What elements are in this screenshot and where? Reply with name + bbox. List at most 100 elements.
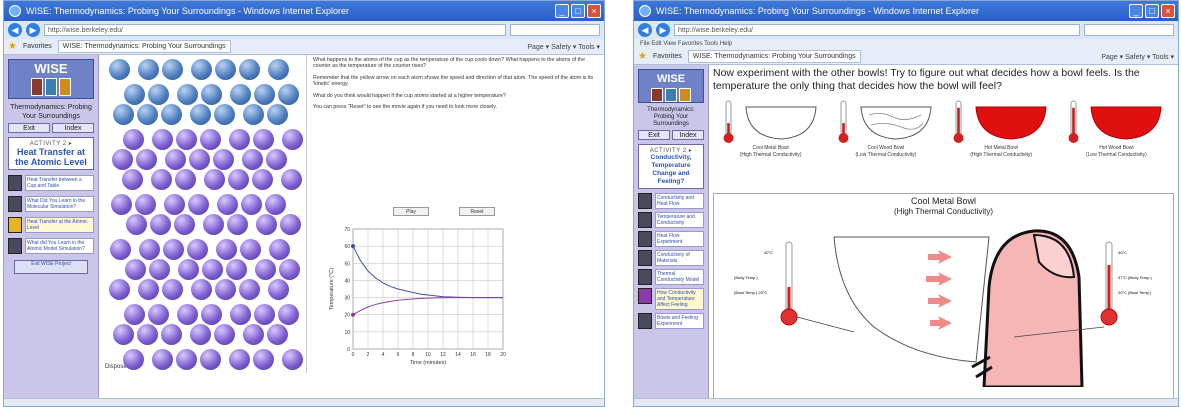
- step-label[interactable]: How Conductivity and Temperature Affect …: [655, 288, 704, 310]
- counter-atom: [150, 214, 171, 235]
- favorites-label[interactable]: Favorites: [23, 43, 52, 50]
- browser-tab[interactable]: WISE: Thermodynamics: Probing Your Surro…: [57, 40, 231, 53]
- favorites-star-icon[interactable]: ★: [638, 51, 647, 62]
- close-button[interactable]: ×: [587, 4, 601, 18]
- y-tick-label: 40: [344, 278, 350, 284]
- address-input[interactable]: http://wise.berkeley.edu/: [674, 24, 1080, 36]
- command-bar[interactable]: Page ▾ Safety ▾ Tools ▾: [1101, 53, 1174, 61]
- step-icon: [8, 175, 22, 191]
- favorites-label[interactable]: Favorites: [653, 53, 682, 60]
- back-icon[interactable]: ◀: [638, 23, 652, 37]
- wise-logo: WISE: [8, 59, 94, 99]
- maximize-button[interactable]: □: [571, 4, 585, 18]
- step-label[interactable]: Thermal Conductivity Model: [655, 269, 704, 285]
- step-icon: [638, 250, 652, 266]
- cup-atom: [162, 59, 183, 80]
- reset-button[interactable]: Reset: [459, 207, 495, 216]
- step-item[interactable]: What Did You Learn in the Molecular Simu…: [8, 196, 94, 212]
- step-label[interactable]: Bowls and Feeling Experiment: [655, 313, 704, 329]
- series-start-point-2: [351, 312, 355, 317]
- cup-atom: [177, 84, 198, 105]
- exit-button[interactable]: Exit: [8, 123, 50, 133]
- step-icon: [638, 313, 652, 329]
- counter-atom: [229, 129, 250, 150]
- step-icon: [638, 231, 652, 247]
- bowl-thermometer-icon: [953, 100, 1047, 143]
- step-label[interactable]: Conductivity and Heat Flow: [655, 193, 704, 209]
- counter-atom: [163, 239, 184, 260]
- close-button[interactable]: ×: [1161, 4, 1175, 18]
- step-label[interactable]: What did You Learn in the Atomic Model S…: [25, 238, 94, 254]
- bowl-option[interactable]: Cool Wood Bowl (Low Thermal Conductivity): [828, 97, 943, 159]
- minimize-button[interactable]: _: [555, 4, 569, 18]
- counter-atom: [164, 194, 185, 215]
- step-item[interactable]: Temperature and Conductivity: [638, 212, 704, 228]
- step-item-current[interactable]: Heat Transfer at the Atomic Level: [8, 217, 94, 233]
- browser-window-right: WISE: Thermodynamics: Probing Your Surro…: [633, 0, 1179, 407]
- cup-atom: [215, 59, 236, 80]
- browser-window-left: WISE: Thermodynamics: Probing Your Surro…: [3, 0, 605, 407]
- address-input[interactable]: http://wise.berkeley.edu/: [44, 24, 506, 36]
- step-item[interactable]: Conductivity of Materials: [638, 250, 704, 266]
- step-item[interactable]: Heat Transfer between a Cup and Table: [8, 175, 94, 191]
- search-input[interactable]: [510, 24, 600, 36]
- cup-atom: [243, 104, 264, 125]
- search-input[interactable]: [1084, 24, 1174, 36]
- favorites-bar: ★ Favorites WISE: Thermodynamics: Probin…: [4, 39, 604, 55]
- bowl-option[interactable]: Cool Metal Bowl (High Thermal Conductivit…: [713, 97, 828, 159]
- command-bar[interactable]: Page ▾ Safety ▾ Tools ▾: [527, 43, 600, 51]
- bowl-conductivity: (High Thermal Conductivity): [739, 152, 802, 158]
- back-icon[interactable]: ◀: [8, 23, 22, 37]
- counter-atom: [152, 129, 173, 150]
- step-item-current[interactable]: How Conductivity and Temperature Affect …: [638, 288, 704, 310]
- step-item[interactable]: Bowls and Feeling Experiment: [638, 313, 704, 329]
- step-content: Now experiment with the other bowls! Try…: [709, 65, 1178, 406]
- exit-project-button[interactable]: Exit WISE Project: [14, 260, 88, 274]
- y-tick-label: 30: [344, 296, 350, 302]
- counter-atom: [282, 349, 303, 370]
- maximize-button[interactable]: □: [1145, 4, 1159, 18]
- forward-icon[interactable]: ▶: [656, 23, 670, 37]
- menu-bar[interactable]: File Edit View Favorites Tools Help: [634, 39, 1178, 49]
- bowl-option[interactable]: Hot Metal Bowl (High Thermal Conductivity…: [944, 97, 1059, 159]
- favorites-star-icon[interactable]: ★: [8, 41, 17, 52]
- step-item[interactable]: Conductivity and Heat Flow: [638, 193, 704, 209]
- step-label[interactable]: Heat Flow Experiment: [655, 231, 704, 247]
- activity-label[interactable]: ACTIVITY 2 ▸: [11, 140, 91, 147]
- activity-title: Heat Transfer at the Atomic Level: [15, 147, 87, 167]
- browser-tab[interactable]: WISE: Thermodynamics: Probing Your Surro…: [687, 50, 861, 63]
- index-button[interactable]: Index: [672, 130, 704, 140]
- step-label[interactable]: What Did You Learn in the Molecular Simu…: [25, 196, 94, 212]
- activity-label[interactable]: ACTIVITY 2 ▸: [641, 147, 701, 154]
- step-item[interactable]: Heat Flow Experiment: [638, 231, 704, 247]
- forward-icon[interactable]: ▶: [26, 23, 40, 37]
- step-label[interactable]: Conductivity of Materials: [655, 250, 704, 266]
- step-label[interactable]: Heat Transfer between a Cup and Table: [25, 175, 94, 191]
- step-item[interactable]: What did You Learn in the Atomic Model S…: [8, 238, 94, 254]
- y-tick-label: 50: [344, 261, 350, 267]
- counter-atom: [278, 304, 299, 325]
- counter-atom: [151, 169, 172, 190]
- cup-atom: [214, 104, 235, 125]
- cup-atom: [268, 59, 289, 80]
- index-button[interactable]: Index: [52, 123, 94, 133]
- dispose-label[interactable]: Dispose: [105, 364, 127, 370]
- x-tick-label: 6: [397, 352, 400, 358]
- project-title: Thermodynamics: Probing Your Surrounding…: [10, 104, 92, 120]
- bowl-option[interactable]: Hot Wood Bowl (Low Thermal Conductivity): [1059, 97, 1174, 159]
- x-tick-label: 4: [382, 352, 385, 358]
- step-label[interactable]: Temperature and Conductivity: [655, 212, 704, 228]
- counter-atom: [124, 304, 145, 325]
- y-tick-label: 10: [344, 330, 350, 336]
- left-thermo-bowl-label: (Bowl Temp.) 20°C: [734, 290, 767, 295]
- minimize-button[interactable]: _: [1129, 4, 1143, 18]
- exit-button[interactable]: Exit: [638, 130, 670, 140]
- step-label[interactable]: Heat Transfer at the Atomic Level: [25, 217, 94, 233]
- activity-title: Conductivity, Temperature Change and Fee…: [650, 154, 692, 185]
- bowl-name: Hot Wood Bowl: [1099, 145, 1134, 151]
- y-tick-label: 0: [347, 347, 350, 353]
- play-button[interactable]: Play: [393, 207, 429, 216]
- counter-atom: [123, 349, 144, 370]
- step-item[interactable]: Thermal Conductivity Model: [638, 269, 704, 285]
- bowl-name: Hot Metal Bowl: [984, 145, 1018, 151]
